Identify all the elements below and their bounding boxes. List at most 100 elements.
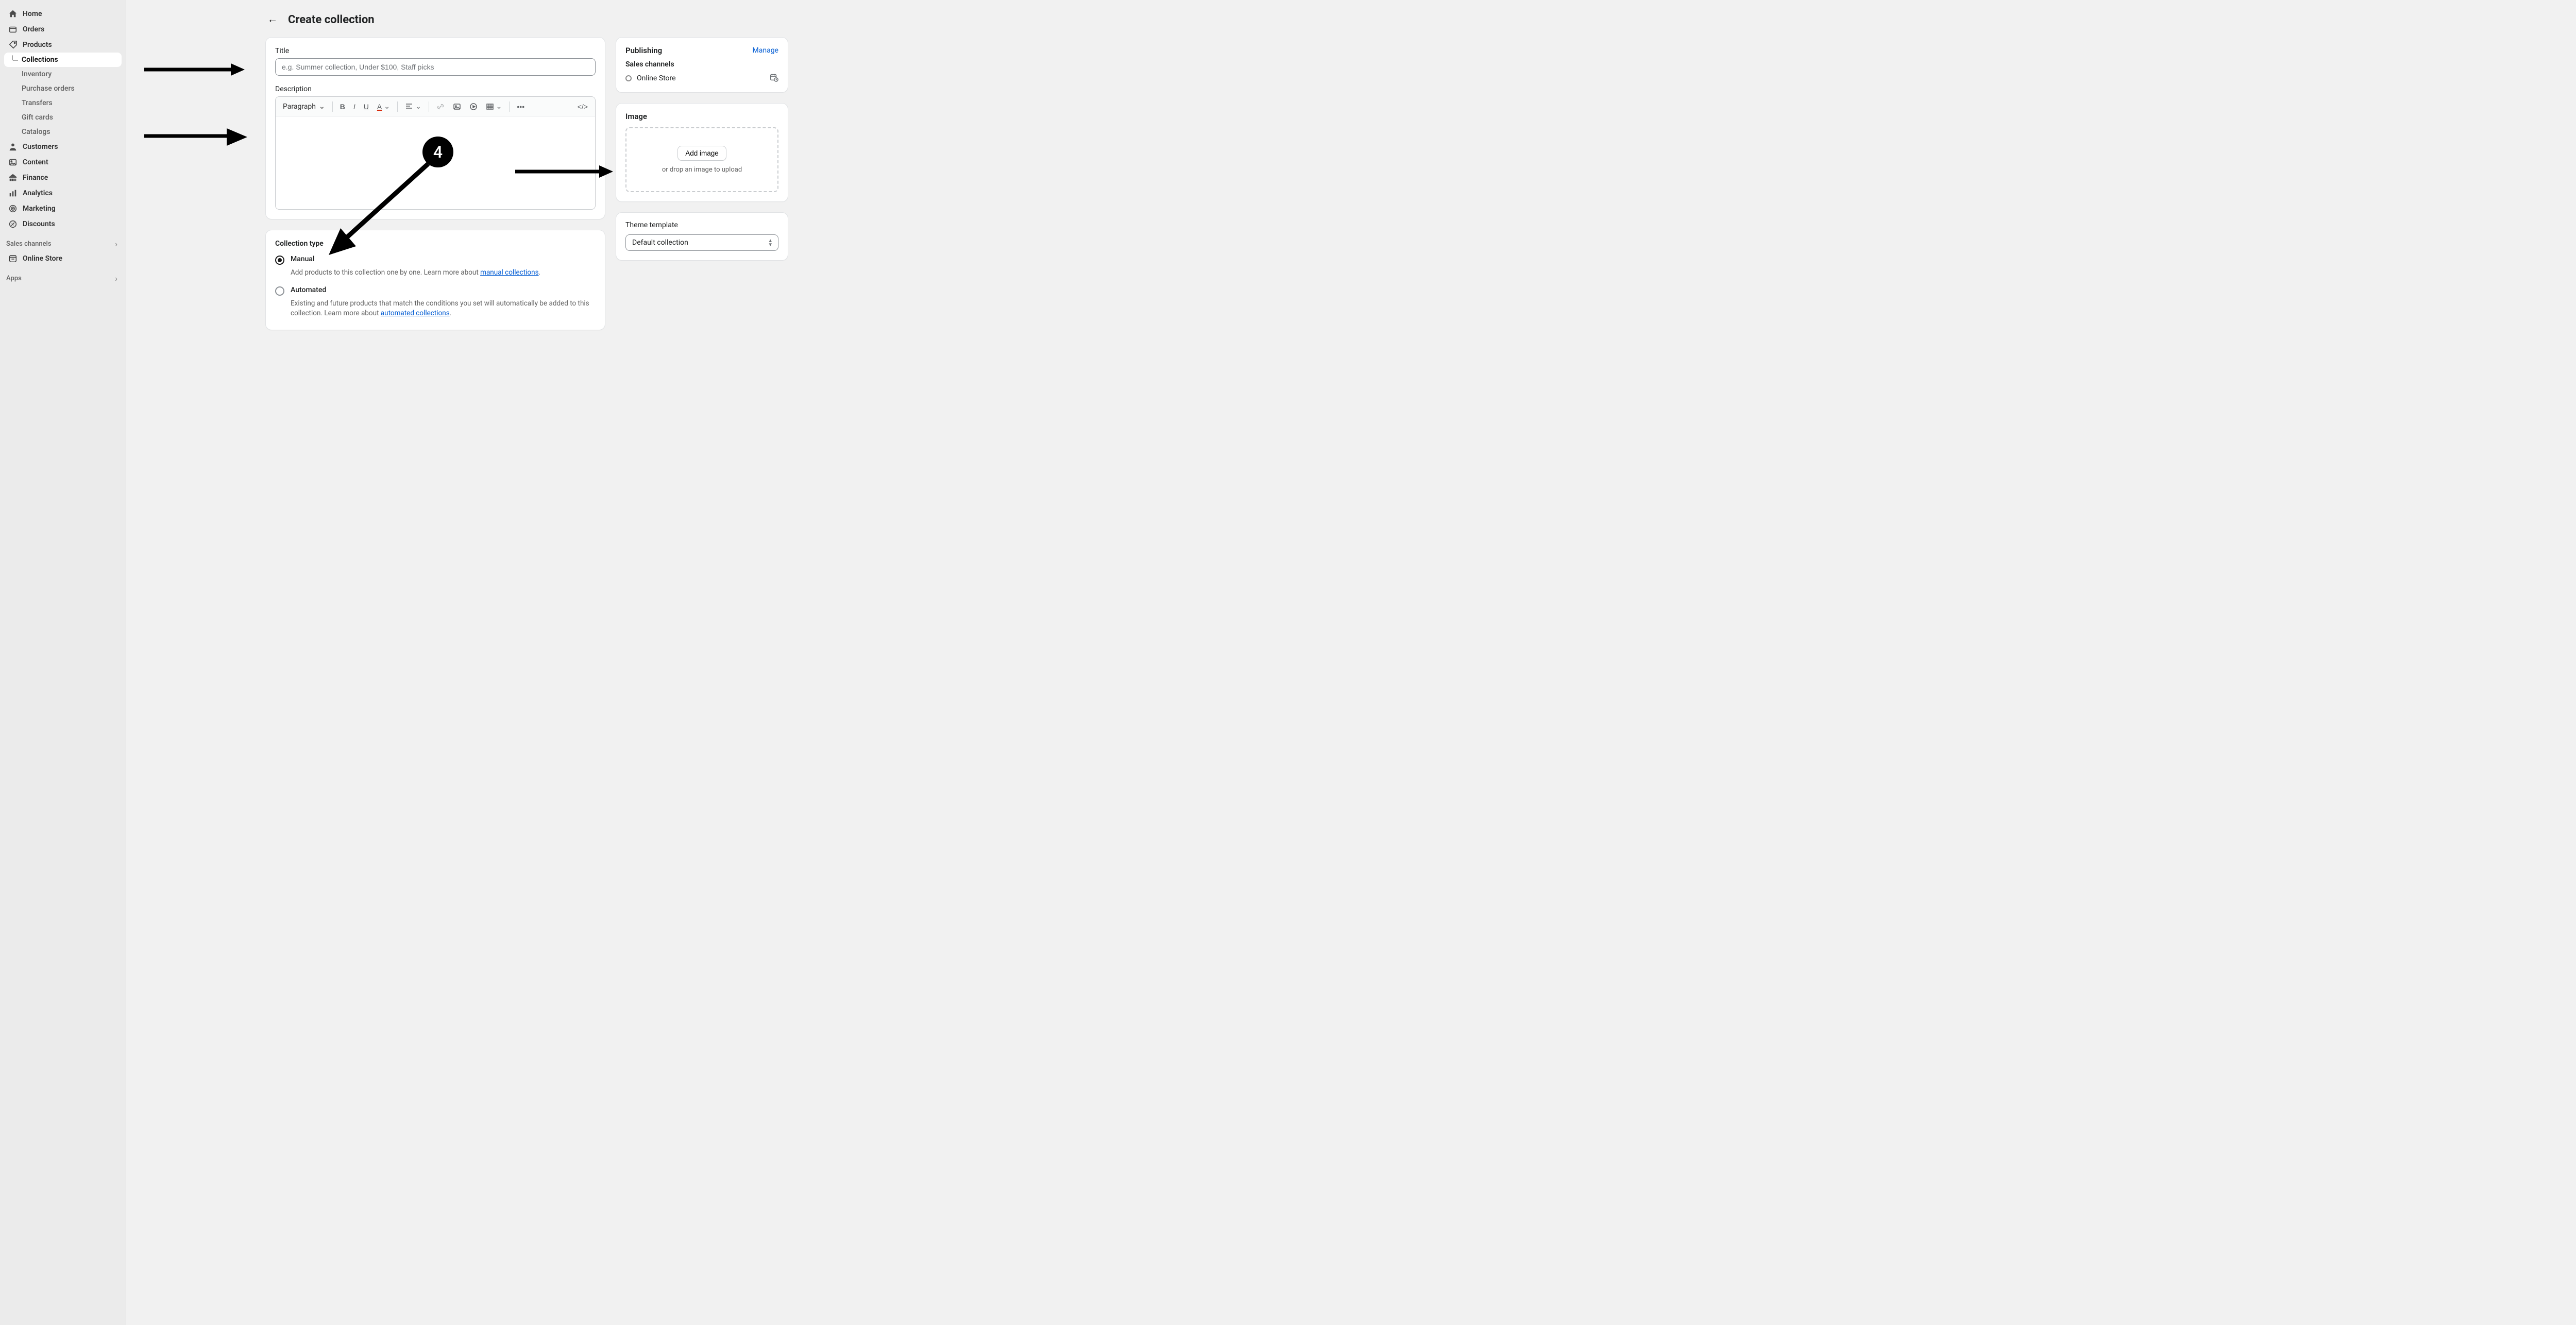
home-icon	[8, 9, 18, 19]
chevron-down-icon: ⌄	[496, 102, 502, 111]
publishing-card: Publishing Manage Sales channels Online …	[616, 37, 788, 93]
nav-online-store[interactable]: Online Store	[4, 251, 122, 266]
table-button[interactable]: ⌄	[483, 100, 505, 113]
nav-home-label: Home	[23, 10, 42, 18]
nav-gift-cards[interactable]: Gift cards	[4, 110, 122, 125]
radio-automated-label: Automated	[291, 286, 326, 294]
nav-products-label: Products	[23, 41, 52, 49]
channel-online-store-row: Online Store	[616, 69, 788, 92]
nav-catalogs-label: Catalogs	[22, 128, 50, 136]
automated-collections-link[interactable]: automated collections	[381, 309, 450, 317]
italic-button[interactable]: I	[350, 100, 359, 113]
nav-discounts-label: Discounts	[23, 220, 55, 228]
radio-automated[interactable]	[275, 286, 284, 296]
video-button[interactable]	[466, 100, 481, 113]
apps-label: Apps	[6, 275, 22, 282]
image-card-title: Image	[616, 104, 788, 127]
rte-toolbar: Paragraph ⌄ B I U A ⌄	[276, 97, 595, 116]
source-button[interactable]: </>	[574, 100, 591, 113]
description-textarea[interactable]	[276, 116, 595, 209]
schedule-button[interactable]	[769, 73, 778, 84]
manage-link[interactable]: Manage	[753, 46, 778, 55]
chevron-right-icon: ›	[115, 239, 117, 249]
nav-inventory[interactable]: Inventory	[4, 67, 122, 81]
select-chevrons-icon: ▴▾	[769, 239, 772, 247]
radio-automated-help: Existing and future products that match …	[291, 299, 596, 318]
underline-icon: U	[364, 103, 369, 111]
more-button[interactable]: •••	[514, 100, 528, 113]
chevron-down-icon: ⌄	[384, 102, 390, 111]
apps-section[interactable]: Apps ›	[4, 266, 122, 285]
nav-content[interactable]: Content	[4, 155, 122, 170]
page-title: Create collection	[288, 13, 375, 26]
nav-purchase-orders-label: Purchase orders	[22, 84, 75, 93]
image-button[interactable]	[450, 100, 464, 113]
annotation-arrow-title	[144, 62, 245, 79]
main-content: ← Create collection Title Description Pa…	[126, 0, 2576, 1325]
nav-orders-label: Orders	[23, 25, 44, 33]
status-dot-icon	[625, 75, 632, 81]
nav-marketing[interactable]: Marketing	[4, 201, 122, 216]
sales-channels-section[interactable]: Sales channels ›	[4, 232, 122, 251]
bold-icon: B	[340, 103, 345, 111]
sales-channels-label: Sales channels	[6, 240, 52, 248]
image-card: Image Add image or drop an image to uplo…	[616, 103, 788, 202]
nav-collections-label: Collections	[22, 56, 58, 64]
nav-online-store-label: Online Store	[23, 254, 62, 263]
marketing-icon	[8, 204, 18, 213]
title-description-card: Title Description Paragraph ⌄ B I U	[265, 37, 605, 219]
nav-home[interactable]: Home	[4, 6, 122, 22]
theme-template-select[interactable]: Default collection ▴▾	[625, 234, 778, 251]
description-label: Description	[275, 85, 596, 93]
divider	[509, 101, 510, 112]
image-dropzone[interactable]: Add image or drop an image to upload	[625, 127, 778, 192]
back-button[interactable]: ←	[265, 12, 280, 27]
collection-type-card: Collection type Manual Add products to t…	[265, 230, 605, 330]
nav-discounts[interactable]: Discounts	[4, 216, 122, 232]
analytics-icon	[8, 189, 18, 198]
code-icon: </>	[578, 103, 588, 111]
rte-paragraph-select[interactable]: Paragraph ⌄	[280, 100, 328, 113]
sales-channels-heading: Sales channels	[616, 58, 788, 69]
nav-content-label: Content	[23, 158, 48, 166]
text-color-icon: A	[377, 103, 382, 111]
nav-finance-label: Finance	[23, 174, 48, 182]
calendar-icon	[769, 73, 778, 82]
title-input[interactable]	[275, 58, 596, 76]
theme-template-card: Theme template Default collection ▴▾	[616, 212, 788, 261]
nav-transfers[interactable]: Transfers	[4, 96, 122, 110]
theme-template-value: Default collection	[632, 239, 688, 247]
nav-customers[interactable]: Customers	[4, 139, 122, 155]
underline-button[interactable]: U	[361, 100, 372, 113]
more-icon: •••	[517, 103, 524, 111]
nav-gift-cards-label: Gift cards	[22, 113, 53, 122]
nav-transfers-label: Transfers	[22, 99, 53, 107]
radio-manual[interactable]	[275, 256, 284, 265]
link-button[interactable]	[433, 100, 448, 113]
theme-template-title: Theme template	[616, 213, 788, 234]
align-icon	[405, 103, 413, 111]
nav-analytics[interactable]: Analytics	[4, 185, 122, 201]
text-color-button[interactable]: A ⌄	[374, 100, 393, 113]
nav-finance[interactable]: Finance	[4, 170, 122, 185]
divider	[397, 101, 398, 112]
nav-collections[interactable]: Collections	[4, 53, 122, 67]
nav-catalogs[interactable]: Catalogs	[4, 125, 122, 139]
bold-button[interactable]: B	[337, 100, 348, 113]
video-icon	[469, 103, 478, 111]
nav-orders[interactable]: Orders	[4, 22, 122, 37]
publishing-title: Publishing	[625, 46, 662, 55]
nav-customers-label: Customers	[23, 143, 58, 151]
nav-products[interactable]: Products	[4, 37, 122, 53]
divider	[332, 101, 333, 112]
nav-purchase-orders[interactable]: Purchase orders	[4, 81, 122, 96]
align-button[interactable]: ⌄	[402, 100, 425, 113]
radio-manual-help: Add products to this collection one by o…	[291, 268, 596, 278]
add-image-button[interactable]: Add image	[677, 146, 726, 161]
nav-analytics-label: Analytics	[23, 189, 53, 197]
title-label: Title	[275, 47, 596, 55]
rich-text-editor: Paragraph ⌄ B I U A ⌄	[275, 96, 596, 210]
manual-collections-link[interactable]: manual collections	[480, 268, 538, 277]
chevron-right-icon: ›	[115, 274, 117, 283]
tag-icon	[8, 40, 18, 49]
